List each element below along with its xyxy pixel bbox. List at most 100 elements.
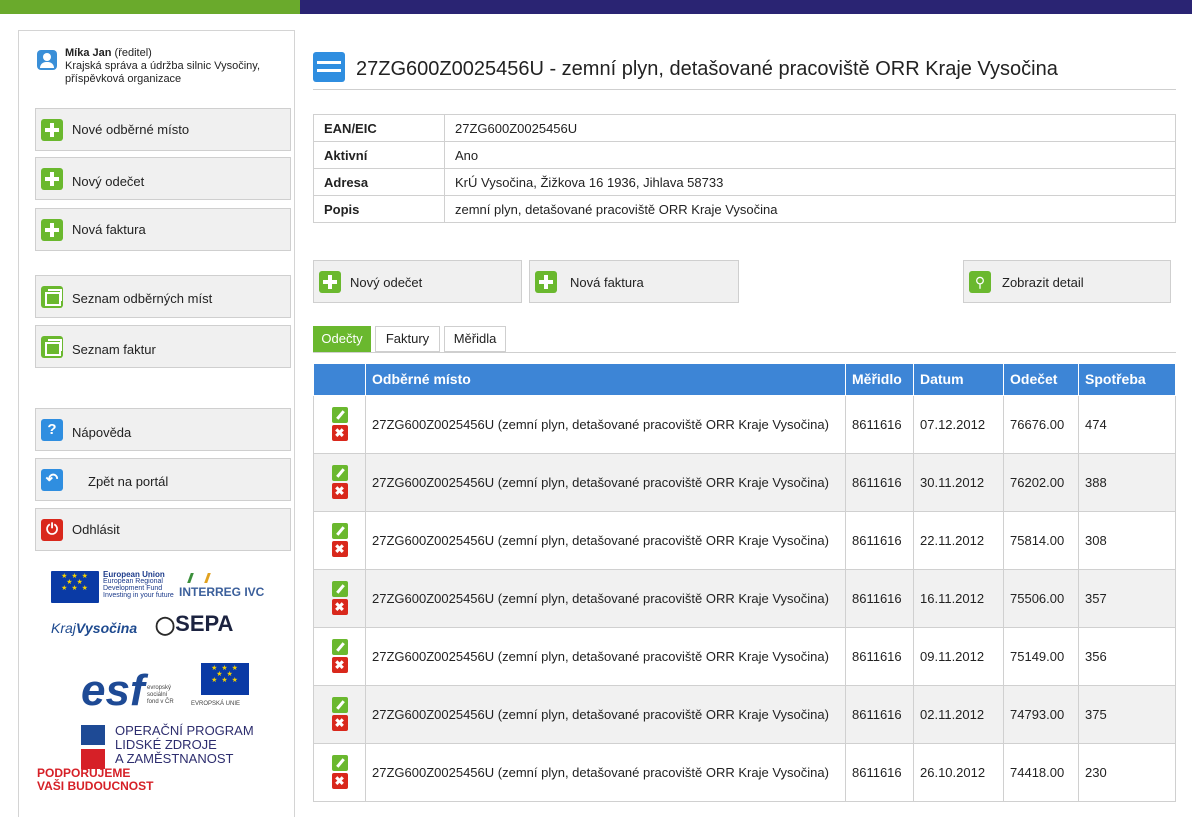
edit-icon[interactable] [331,755,348,771]
opz-text: OPERAČNÍ PROGRAM LIDSKÉ ZDROJE A ZAMĚSTN… [115,724,254,766]
edit-icon[interactable] [331,407,348,423]
info-row-address: Adresa KrÚ Vysočina, Žižkova 16 1936, Ji… [313,168,1176,196]
new-invoice-button[interactable]: Nová faktura [35,208,291,251]
help-label: Nápověda [72,425,132,440]
cell-reading: 75149.00 [1003,626,1079,686]
show-detail-button[interactable]: ⚲ Zobrazit detail [963,260,1171,303]
address-value: KrÚ Vysočina, Žižkova 16 1936, Jihlava 5… [444,168,1176,196]
opz-line2: LIDSKÉ ZDROJE [115,737,217,752]
user-icon [37,50,57,70]
user-org: Krajská správa a údržba silnic Vysočiny,… [65,60,261,85]
delete-icon[interactable]: ✖ [331,541,348,557]
podp-line2: VAŠI BUDOUCNOST [37,779,154,793]
new-point-button[interactable]: Nové odběrné místo [35,108,291,151]
delete-icon[interactable]: ✖ [331,657,348,673]
address-label: Adresa [313,168,445,196]
row-actions: ✖ [313,684,366,744]
edit-icon[interactable] [331,697,348,713]
esf-logo: esf evropský sociální fond v ČR ★ ★ ★ ★ ★… [81,663,281,723]
logout-button[interactable]: ⏻ Odhlásit [35,508,291,551]
table-row: ✖ 27ZG600Z0025456U (zemní plyn, detašova… [313,742,1176,802]
user-text: Míka Jan (ředitel) Krajská správa a údrž… [65,47,280,86]
row-actions: ✖ [313,626,366,686]
list-points-button[interactable]: Seznam odběrných míst [35,275,291,318]
page-title: 27ZG600Z0025456U - zemní plyn, detašovan… [356,58,1058,80]
cell-place: 27ZG600Z0025456U (zemní plyn, detašované… [365,626,846,686]
eu-flag-logo: ★ ★ ★ ★ ★ ★ ★ ★ [201,663,249,695]
active-label: Aktivní [313,141,445,169]
cell-date: 07.12.2012 [913,394,1004,454]
tab-readings[interactable]: Odečty [313,326,371,352]
row-actions: ✖ [313,742,366,802]
cell-consumption: 375 [1078,684,1176,744]
list-icon [41,336,63,358]
cell-reading: 74793.00 [1003,684,1079,744]
cell-consumption: 357 [1078,568,1176,628]
kraj-vysocina-logo: KrajVysočina [51,620,137,636]
help-icon: ? [41,419,63,441]
opz-icon [81,725,105,769]
description-label: Popis [313,195,445,223]
help-button[interactable]: ? Nápověda [35,408,291,451]
row-actions: ✖ [313,452,366,512]
logout-label: Odhlásit [72,522,120,537]
readings-table: Odběrné místo Měřidlo Datum Odečet Spotř… [313,364,1176,802]
eu-sub1: European Regional [103,578,163,585]
top-bar [0,0,1192,14]
back-label: Zpět na portál [88,474,169,489]
cell-place: 27ZG600Z0025456U (zemní plyn, detašované… [365,452,846,512]
header-meter[interactable]: Měřidlo [845,364,914,396]
header-consumption[interactable]: Spotřeba [1078,364,1176,396]
new-reading-label: Nový odečet [72,174,145,189]
edit-icon[interactable] [331,523,348,539]
cell-consumption: 230 [1078,742,1176,802]
edit-icon[interactable] [331,581,348,597]
cell-place: 27ZG600Z0025456U (zemní plyn, detašované… [365,684,846,744]
cell-date: 09.11.2012 [913,626,1004,686]
tab-invoices[interactable]: Faktury [375,326,440,352]
header-reading[interactable]: Odečet [1003,364,1079,396]
list-invoices-button[interactable]: Seznam faktur [35,325,291,368]
edit-icon[interactable] [331,639,348,655]
header-date[interactable]: Datum [913,364,1004,396]
table-row: ✖ 27ZG600Z0025456U (zemní plyn, detašova… [313,394,1176,454]
cell-date: 22.11.2012 [913,510,1004,570]
tab-meters[interactable]: Měřidla [444,326,506,352]
delete-icon[interactable]: ✖ [331,425,348,441]
delete-icon[interactable]: ✖ [331,773,348,789]
new-reading-button[interactable]: Nový odečet [35,157,291,200]
plus-icon [41,219,63,241]
user-info: Míka Jan (ředitel) Krajská správa a údrž… [37,47,277,93]
user-name: Míka Jan [65,47,112,59]
power-icon: ⏻ [41,519,63,541]
back-to-portal-button[interactable]: ↶ Zpět na portál [35,458,291,501]
cell-meter: 8611616 [845,394,914,454]
table-row: ✖ 27ZG600Z0025456U (zemní plyn, detašova… [313,510,1176,570]
cell-reading: 76676.00 [1003,394,1079,454]
header-actions [313,364,366,396]
kraj-text: Kraj [51,620,76,636]
cell-reading: 75814.00 [1003,510,1079,570]
delete-icon[interactable]: ✖ [331,715,348,731]
esf-text: esf [81,666,145,715]
edit-icon[interactable] [331,465,348,481]
delete-icon[interactable]: ✖ [331,599,348,615]
list-invoices-label: Seznam faktur [72,342,156,357]
delete-icon[interactable]: ✖ [331,483,348,499]
vysocina-text: Vysočina [75,620,138,636]
active-value: Ano [444,141,1176,169]
interreg-logo: INTERREG IVC [179,573,279,599]
table-header-row: Odběrné místo Měřidlo Datum Odečet Spotř… [313,364,1176,396]
cell-consumption: 388 [1078,452,1176,512]
cell-date: 02.11.2012 [913,684,1004,744]
new-invoice-action-button[interactable]: Nová faktura [529,260,739,303]
cell-consumption: 474 [1078,394,1176,454]
header-place[interactable]: Odběrné místo [365,364,846,396]
esf-small3: fond v ČR [147,699,174,705]
info-row-ean: EAN/EIC 27ZG600Z0025456U [313,114,1176,142]
cell-place: 27ZG600Z0025456U (zemní plyn, detašované… [365,510,846,570]
plus-icon [319,271,341,293]
podp-line1: PODPORUJEME [37,766,131,780]
new-reading-action-button[interactable]: Nový odečet [313,260,522,303]
cell-meter: 8611616 [845,452,914,512]
